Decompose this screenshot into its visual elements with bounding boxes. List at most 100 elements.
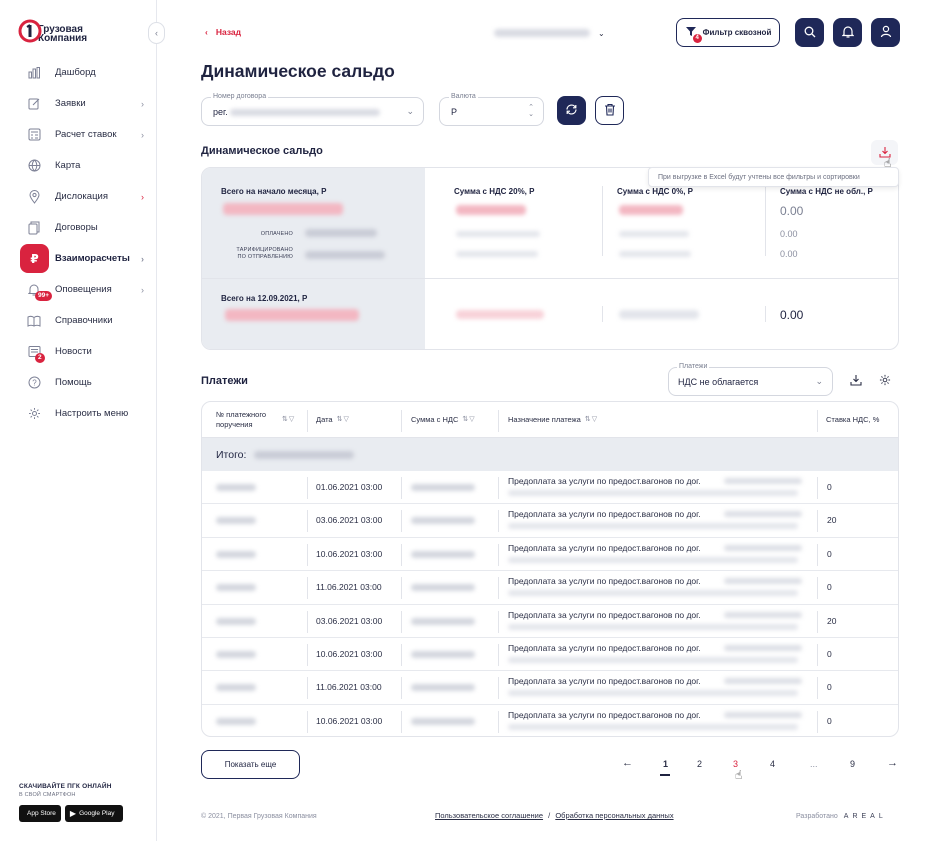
payment-date: 10.06.2021 03:00 — [316, 715, 383, 726]
table-row[interactable]: 10.06.2021 03:00 Предоплата за услуги по … — [202, 638, 898, 672]
chevron-down-icon: ⌄ — [598, 28, 605, 38]
page-2-button[interactable]: 2 — [697, 759, 702, 769]
sidebar-item-contracts[interactable]: Договоры — [0, 212, 157, 243]
gear-icon — [27, 407, 41, 421]
developer-logo[interactable]: AREAL — [844, 813, 887, 820]
edit-icon — [27, 97, 41, 111]
sort-filter-icon[interactable]: ⇅▽ — [462, 415, 475, 425]
sidebar-item-settlements[interactable]: ₽ Взаиморасчеты › — [0, 243, 157, 274]
vat-rate: 0 — [827, 482, 832, 492]
table-row[interactable]: 03.06.2021 03:00 Предоплата за услуги по … — [202, 605, 898, 638]
sort-filter-icon[interactable]: ⇅▽ — [337, 415, 350, 425]
amount-redacted — [411, 550, 475, 558]
prev-page-button[interactable]: ← — [622, 757, 633, 769]
column-header-date[interactable]: Дата ⇅▽ — [316, 402, 350, 438]
vat-rate: 0 — [827, 582, 832, 593]
clear-filters-button[interactable] — [595, 96, 624, 125]
notifications-button[interactable] — [833, 18, 862, 47]
user-agreement-link[interactable]: Пользовательское соглашение — [435, 811, 543, 820]
column-header-purpose[interactable]: Назначение платежа ⇅▽ — [508, 402, 598, 438]
table-row[interactable]: 11.06.2021 03:00 Предоплата за услуги по … — [202, 671, 898, 705]
payments-settings-button[interactable] — [878, 374, 892, 388]
total-value-redacted — [254, 451, 354, 459]
order-number-redacted — [216, 584, 256, 592]
contract-number-field[interactable]: Номер договора рег. ⌄ — [201, 93, 424, 126]
search-button[interactable] — [795, 18, 824, 47]
payment-date: 10.06.2021 03:00 — [316, 649, 383, 659]
sidebar-item-label: Договоры — [55, 222, 98, 233]
pointer-cursor-icon: ☝ — [884, 156, 892, 170]
order-number-redacted — [216, 517, 256, 525]
logo-icon — [18, 16, 42, 46]
profile-button[interactable] — [871, 18, 900, 47]
chevron-right-icon: › — [141, 129, 144, 140]
show-more-button[interactable]: Показать еще — [201, 750, 300, 779]
payments-section-title: Платежи — [201, 375, 248, 387]
page-1-button[interactable]: 1 — [663, 759, 668, 769]
order-number-redacted — [216, 684, 256, 692]
payment-purpose: Предоплата за услуги по предост.вагонов … — [508, 476, 701, 486]
payment-date: 11.06.2021 03:00 — [316, 582, 382, 593]
sidebar-item-help[interactable]: ? Помощь — [0, 367, 157, 398]
help-icon: ? — [27, 376, 41, 390]
promo-subtitle: В СВОЙ СМАРТФОН — [19, 792, 76, 798]
column-header-order-number[interactable]: № платежного поручения ⇅▽ — [216, 402, 306, 438]
sidebar-item-customize-menu[interactable]: Настроить меню — [0, 398, 157, 429]
privacy-link[interactable]: Обработка персональных данных — [555, 811, 673, 820]
novat-total-value: 0.00 — [780, 204, 804, 218]
payments-download-button[interactable] — [849, 374, 863, 388]
currency-field[interactable]: Валюта Р ⌃ ⌄ — [439, 93, 544, 126]
global-filter-button[interactable]: 4 Фильтр сквозной — [676, 18, 780, 47]
paid-value-redacted — [305, 229, 377, 237]
refresh-button[interactable] — [557, 96, 586, 125]
sidebar-item-rates[interactable]: Расчет ставок › — [0, 119, 157, 150]
table-row[interactable]: 10.06.2021 03:00 Предоплата за услуги по … — [202, 538, 898, 572]
app-store-button[interactable]: App Store — [19, 805, 61, 822]
amount-redacted — [411, 484, 475, 491]
payments-select-label: Платежи — [677, 363, 710, 370]
sidebar-item-label: Оповещения — [55, 284, 112, 295]
paid-label: ОПЛАЧЕНО — [260, 231, 293, 237]
vat-rate: 0 — [827, 649, 832, 659]
table-row[interactable]: 11.06.2021 03:00 Предоплата за услуги по … — [202, 571, 898, 605]
table-row[interactable]: 03.06.2021 03:00 Предоплата за услуги по … — [202, 504, 898, 538]
sidebar-item-requests[interactable]: Заявки › — [0, 88, 157, 119]
logo[interactable]: Грузовая Компания — [18, 16, 87, 46]
payment-purpose: Предоплата за услуги по предост.вагонов … — [508, 509, 701, 520]
amount-redacted — [411, 617, 475, 625]
sidebar-item-news[interactable]: 2 Новости — [0, 336, 157, 367]
payment-purpose: Предоплата за услуги по предост.вагонов … — [508, 576, 701, 587]
sidebar-item-dislocation[interactable]: Дислокация › — [0, 181, 157, 212]
back-link[interactable]: ‹ Назад — [205, 27, 241, 37]
collapse-sidebar-button[interactable]: ‹ — [148, 22, 165, 44]
page-9-button[interactable]: 9 — [850, 759, 855, 769]
column-header-vat-rate[interactable]: Ставка НДС, % — [826, 402, 879, 438]
page-4-button[interactable]: 4 — [770, 759, 775, 769]
tariffed-value-redacted — [305, 251, 385, 259]
sidebar-item-directories[interactable]: Справочники — [0, 305, 157, 336]
filter-icon: 4 — [685, 26, 702, 43]
sidebar-item-notifications[interactable]: 99+ Оповещения › — [0, 274, 157, 305]
payments-vat-select[interactable]: Платежи НДС не облагается ⌄ — [668, 363, 833, 396]
company-select[interactable]: ⌄ — [494, 26, 607, 40]
amount-redacted — [411, 517, 475, 525]
sidebar-item-label: Дислокация — [55, 191, 108, 202]
next-page-button[interactable]: → — [887, 757, 898, 769]
order-number-redacted — [216, 617, 256, 625]
table-row[interactable]: 01.06.2021 03:00 Предоплата за услуги по … — [202, 471, 898, 505]
chart-icon — [27, 66, 41, 80]
location-icon — [27, 189, 41, 204]
sort-filter-icon[interactable]: ⇅▽ — [282, 415, 295, 425]
vat-rate: 0 — [827, 715, 832, 726]
payment-purpose: Предоплата за услуги по предост.вагонов … — [508, 709, 701, 720]
book-icon — [27, 314, 41, 328]
sidebar-item-map[interactable]: Карта — [0, 150, 157, 181]
sort-filter-icon[interactable]: ⇅▽ — [585, 415, 598, 425]
payment-date: 11.06.2021 03:00 — [316, 682, 382, 693]
sidebar-item-label: Помощь — [55, 377, 92, 388]
google-play-button[interactable]: ▶ Google Play — [64, 805, 123, 822]
sidebar-item-dashboard[interactable]: Дашборд — [0, 57, 157, 88]
pointer-cursor-icon: ☝ — [735, 768, 743, 782]
column-header-amount[interactable]: Сумма с НДС ⇅▽ — [411, 402, 476, 438]
table-row[interactable]: 10.06.2021 03:00 Предоплата за услуги по … — [202, 705, 898, 736]
